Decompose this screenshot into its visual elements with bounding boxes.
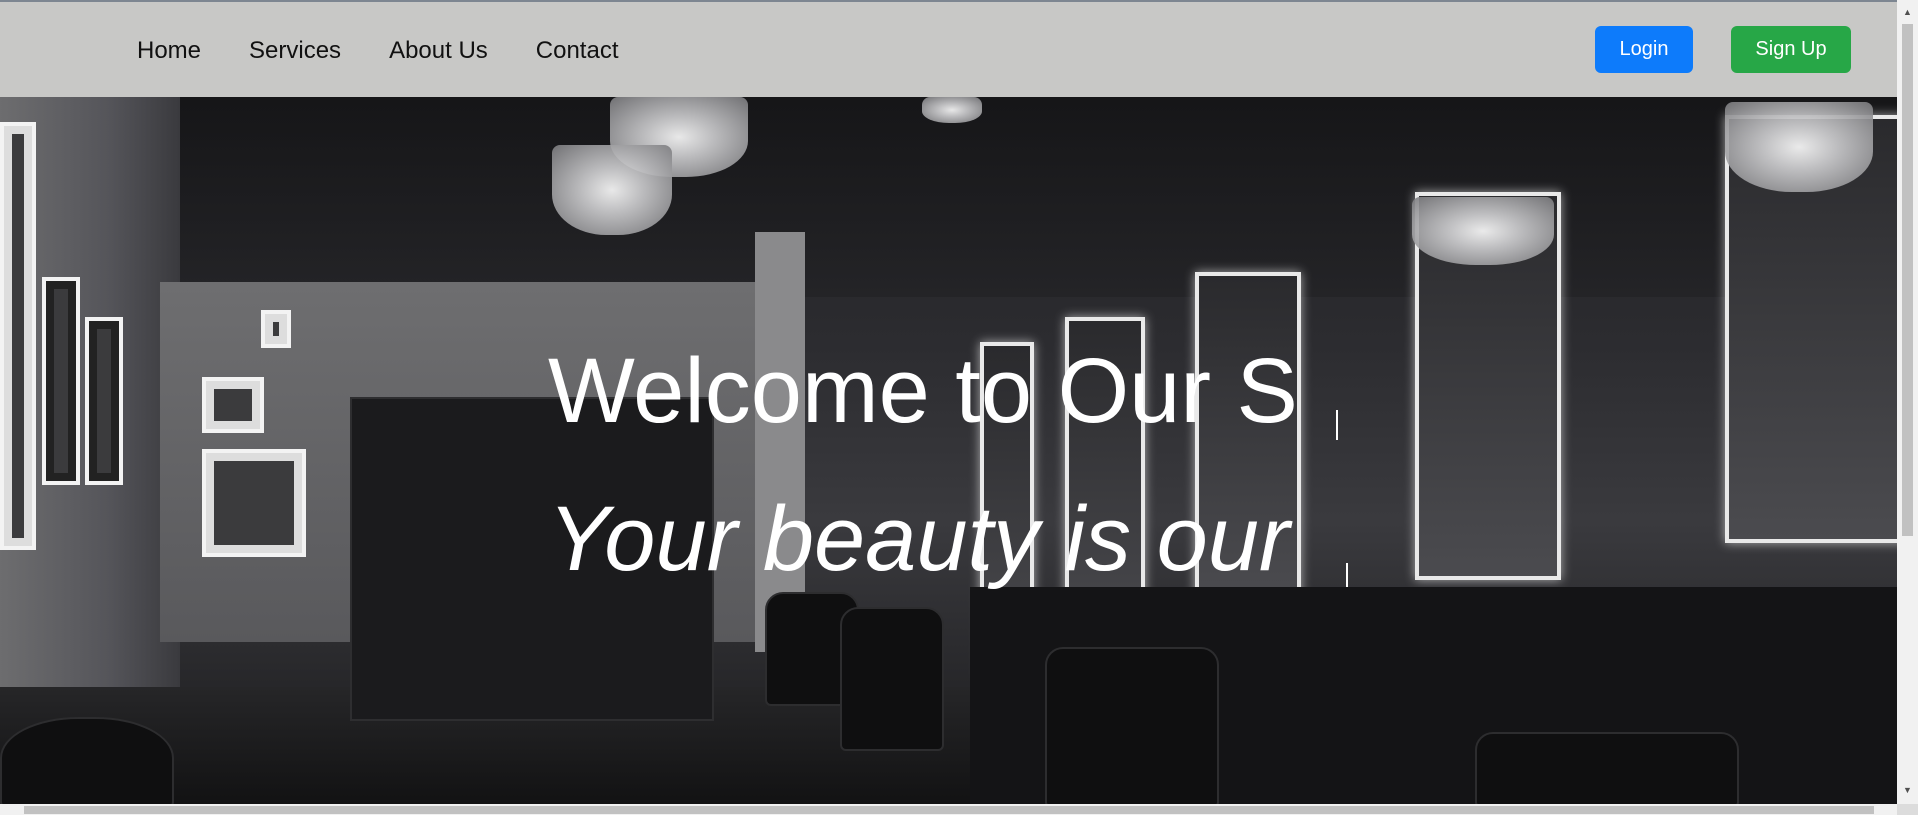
chandelier: [1725, 102, 1873, 192]
login-button[interactable]: Login: [1595, 26, 1693, 73]
chandelier: [922, 97, 982, 123]
picture-frame: [202, 377, 264, 433]
nav-links: Home Services About Us Contact: [137, 37, 667, 65]
horizontal-scroll-thumb[interactable]: [24, 806, 1874, 814]
scroll-down-arrow-icon[interactable]: ▼: [1897, 782, 1918, 799]
navbar: Home Services About Us Contact Login Sig…: [0, 2, 1897, 97]
chandelier: [1412, 197, 1554, 265]
nav-link-about-us[interactable]: About Us: [389, 37, 488, 65]
salon-chair: [840, 607, 944, 751]
picture-frame: [261, 310, 291, 348]
salon-chair: [0, 717, 174, 804]
hero-title: Welcome to Our S: [548, 340, 1298, 442]
nav-link-home[interactable]: Home: [137, 37, 201, 65]
salon-chair: [1475, 732, 1739, 804]
ceiling: [0, 97, 1897, 297]
vertical-scrollbar[interactable]: ▲ ▼: [1897, 0, 1918, 804]
scroll-up-arrow-icon[interactable]: ▲: [1897, 4, 1918, 21]
picture-frame: [0, 122, 36, 550]
typing-cursor: [1346, 563, 1348, 587]
nav-link-services[interactable]: Services: [249, 37, 341, 65]
salon-chair: [1045, 647, 1219, 804]
hero-section: Welcome to Our S Your beauty is our: [0, 97, 1897, 804]
picture-frame: [85, 317, 123, 485]
nav-link-contact[interactable]: Contact: [536, 37, 619, 65]
vertical-scroll-thumb[interactable]: [1902, 24, 1913, 536]
horizontal-scrollbar[interactable]: [0, 804, 1897, 815]
scrollbar-corner: [1897, 804, 1918, 815]
picture-frame: [42, 277, 80, 485]
sign-up-button[interactable]: Sign Up: [1731, 26, 1851, 73]
picture-frame: [202, 449, 306, 557]
chandelier: [552, 145, 672, 235]
typing-cursor: [1336, 410, 1338, 440]
hero-subtitle: Your beauty is our: [548, 488, 1290, 590]
